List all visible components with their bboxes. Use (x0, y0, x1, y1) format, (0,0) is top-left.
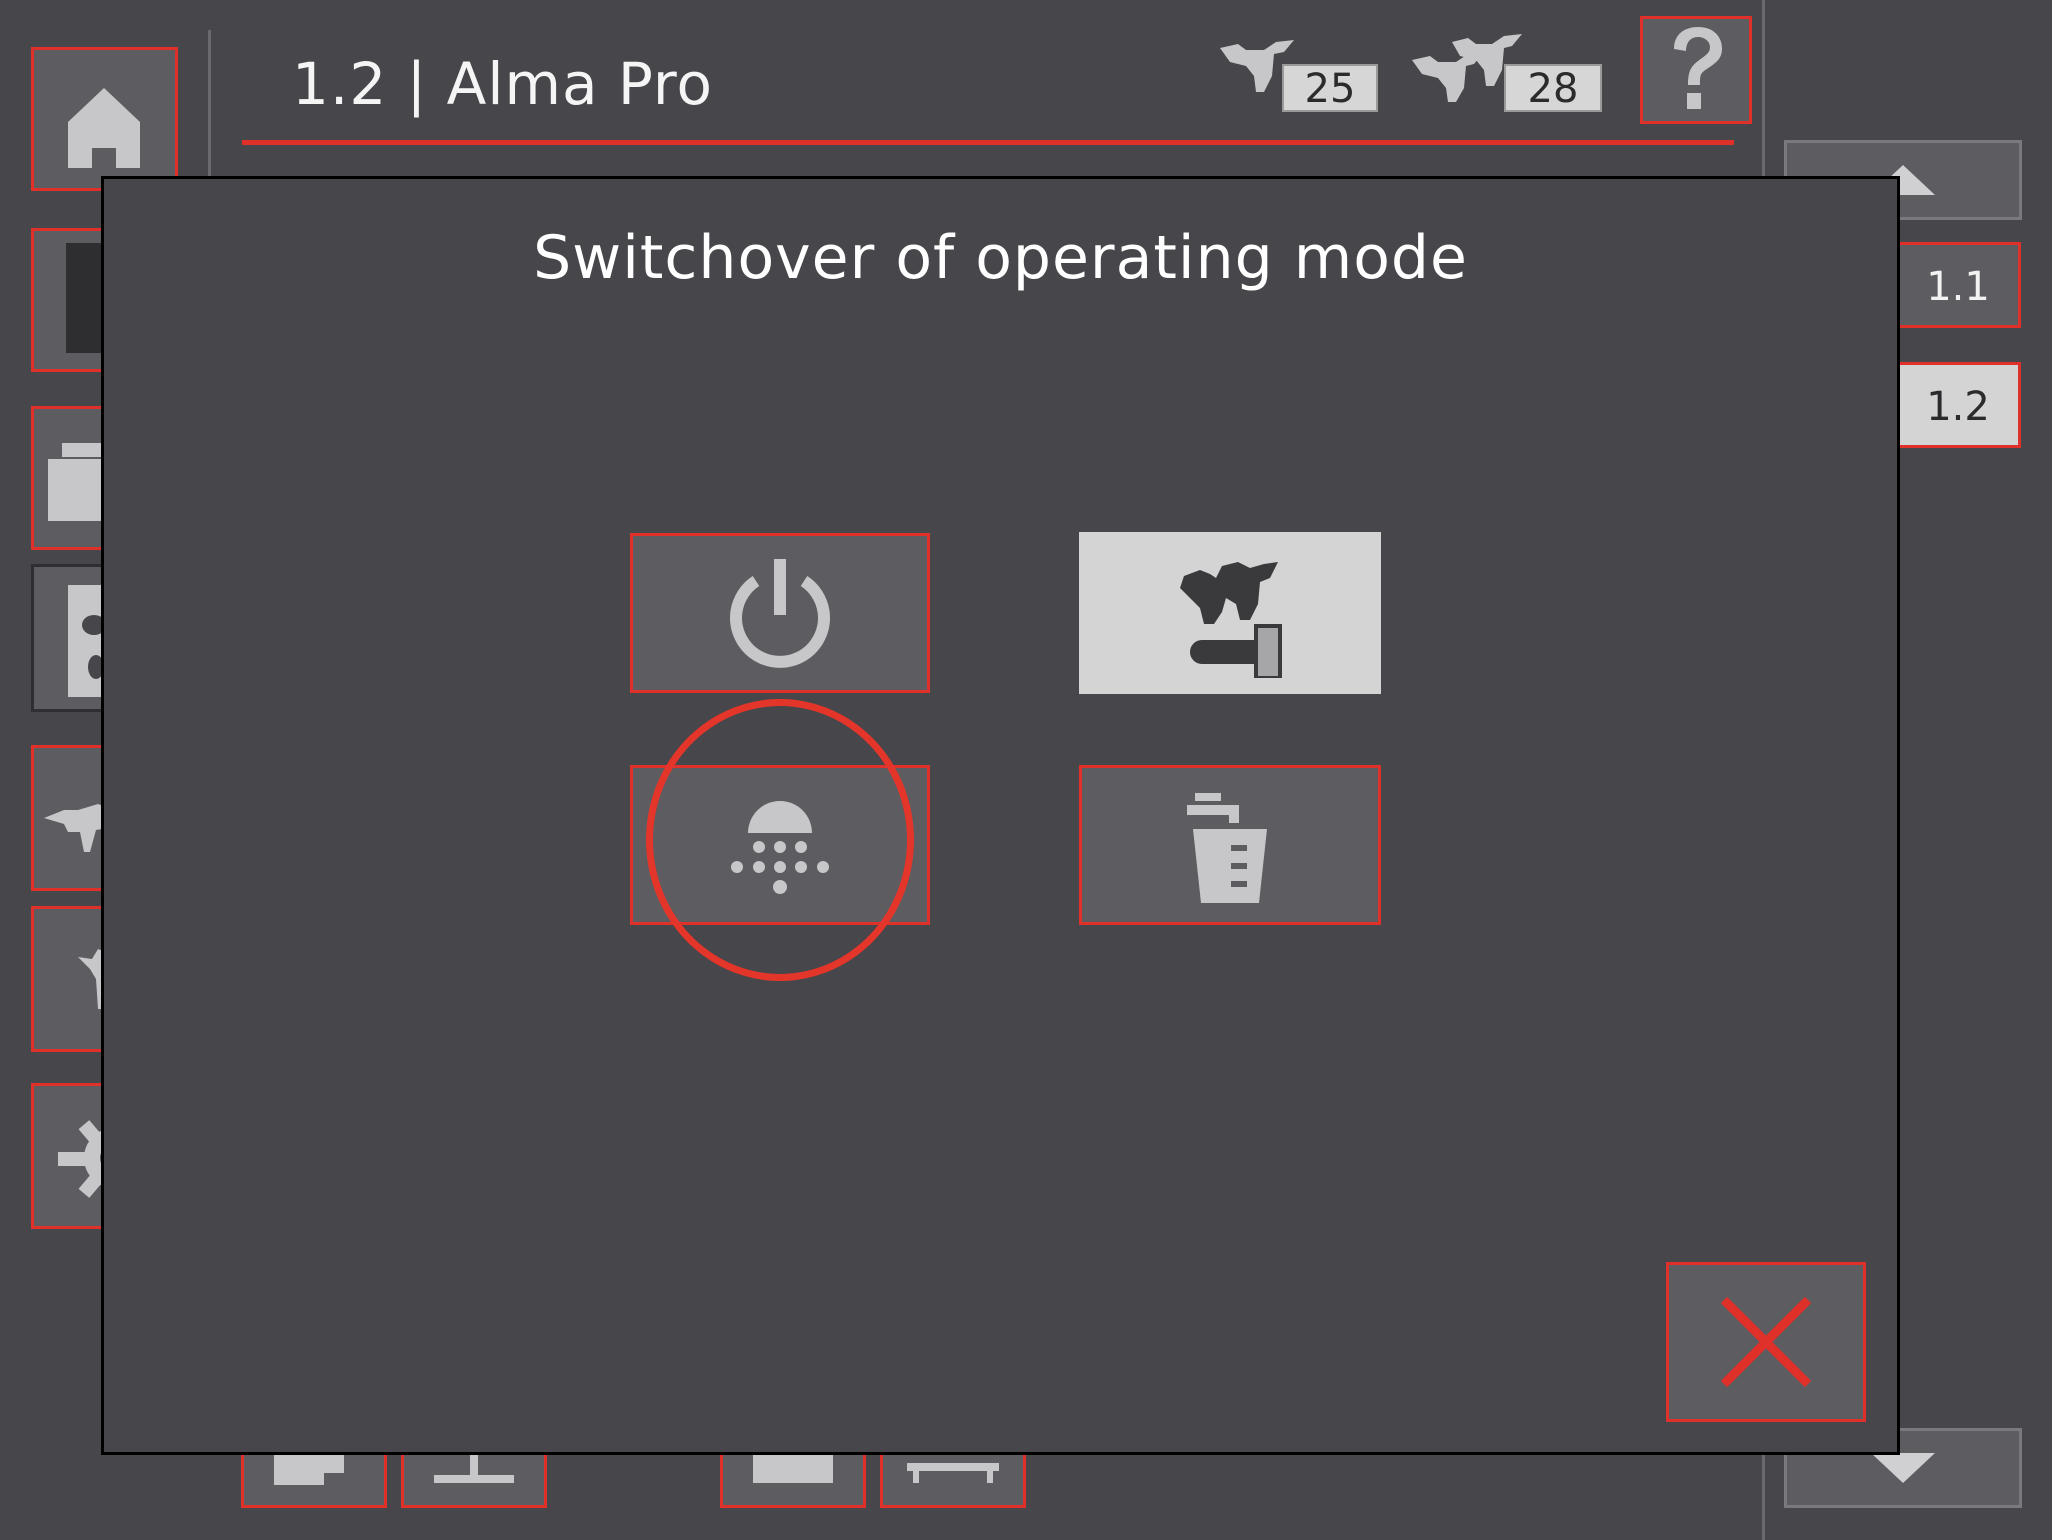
gear-icon (58, 1120, 144, 1198)
cow-icon (44, 804, 108, 852)
nav-item-1-2[interactable]: 1.2 (1895, 362, 2021, 448)
single-cow-status: 25 (1220, 30, 1380, 112)
cow-document-icon (68, 585, 108, 697)
folders-icon (48, 443, 108, 521)
mode-milking-button[interactable] (1079, 532, 1381, 694)
tap-bucket-icon (1187, 793, 1267, 903)
header-underline (242, 140, 1734, 145)
power-icon (730, 559, 830, 668)
folders-button[interactable] (31, 406, 111, 550)
nav-item-1-1[interactable]: 1.1 (1895, 242, 2021, 328)
help-button[interactable] (1640, 16, 1752, 124)
mode-power-button[interactable] (630, 533, 930, 693)
cow-side-button[interactable] (31, 906, 111, 1052)
home-icon (68, 88, 140, 168)
cow-button[interactable] (31, 745, 111, 891)
close-button[interactable] (1666, 1262, 1866, 1422)
close-x-icon (1720, 1296, 1812, 1388)
home-button[interactable] (31, 47, 178, 191)
page-title: 1.2 | Alma Pro (292, 50, 713, 118)
dialog-title: Switchover of operating mode (533, 223, 1468, 293)
group-count-badge: 28 (1504, 64, 1602, 112)
cow-milking-icon (1180, 562, 1282, 678)
highlight-circle (646, 699, 914, 981)
sidebar-divider (208, 30, 211, 180)
mode-fill-button[interactable] (1079, 765, 1381, 925)
cow-document-button[interactable] (31, 564, 111, 712)
settings-button[interactable] (31, 1083, 144, 1229)
operating-mode-dialog: Switchover of operating mode (101, 176, 1900, 1455)
single-count-badge: 25 (1282, 64, 1378, 112)
cabinet-button[interactable] (31, 228, 111, 372)
group-cow-status: 28 (1412, 30, 1602, 112)
cow-side-icon (78, 949, 108, 1009)
cabinet-icon (66, 243, 108, 353)
question-mark-icon (1674, 27, 1722, 109)
